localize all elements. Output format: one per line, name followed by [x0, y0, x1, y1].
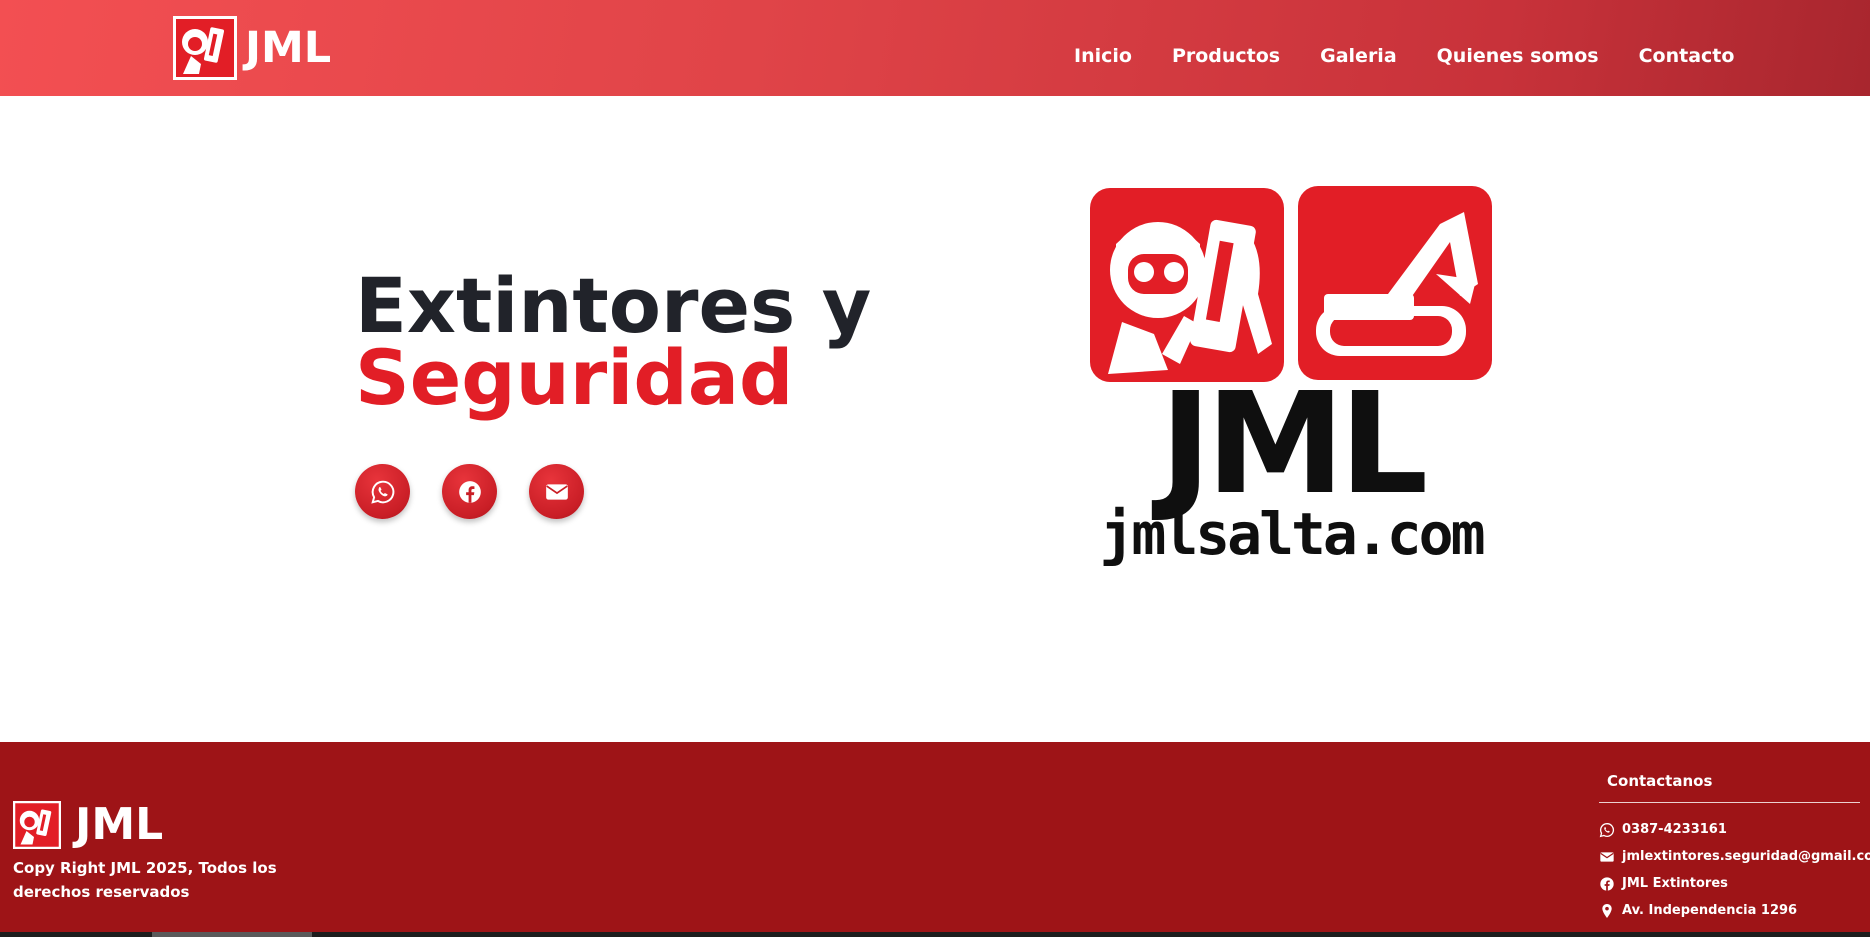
hero-logo: JML jmlsalta.com — [1088, 184, 1494, 580]
nav-link-quienes-somos[interactable]: Quienes somos — [1437, 40, 1599, 72]
whatsapp-button[interactable] — [355, 464, 410, 519]
social-links — [355, 464, 584, 519]
nav-link-contacto[interactable]: Contacto — [1639, 40, 1735, 72]
hero-title-line2: Seguridad — [355, 333, 794, 422]
contact-email-text: jmlextintores.seguridad@gmail.com — [1622, 849, 1870, 864]
contact-address-text: Av. Independencia 1296 — [1622, 903, 1798, 918]
facebook-icon — [458, 480, 481, 503]
logo-wordmark: JML — [1159, 363, 1429, 526]
footer: JML Copy Right JML 2025, Todos los derec… — [0, 742, 1870, 937]
footer-brand[interactable]: JML — [13, 799, 163, 850]
contact-facebook[interactable]: JML Extintores — [1599, 870, 1860, 897]
facebook-button[interactable] — [442, 464, 497, 519]
map-pin-icon — [1602, 903, 1612, 918]
nav-link-galeria[interactable]: Galeria — [1320, 40, 1397, 72]
contact-phone-text: 0387-4233161 — [1622, 822, 1727, 837]
contact-list: 0387-4233161 jmlextintores.seguridad@gma… — [1599, 816, 1870, 924]
contact-facebook-text: JML Extintores — [1622, 876, 1728, 891]
main-nav: Inicio Productos Galeria Quienes somos C… — [1074, 40, 1734, 72]
brand-name: JML — [245, 23, 332, 73]
nav-link-productos[interactable]: Productos — [1172, 40, 1280, 72]
contact-section: Contactanos 0387-4233161 jmlextintores.s… — [1599, 770, 1870, 924]
footer-brand-name: JML — [75, 799, 164, 850]
copyright-text: Copy Right JML 2025, Todos los derechos … — [13, 859, 277, 901]
contact-phone[interactable]: 0387-4233161 — [1599, 816, 1860, 843]
horizontal-scrollbar[interactable] — [0, 932, 1870, 937]
top-navbar: JML Inicio Productos Galeria Quienes som… — [0, 0, 1870, 96]
whatsapp-icon — [1599, 822, 1615, 837]
contact-address[interactable]: Av. Independencia 1296 — [1599, 897, 1860, 924]
nav-link-inicio[interactable]: Inicio — [1074, 40, 1132, 72]
jml-logo-icon — [173, 16, 237, 80]
hero-title-line1: Extintores y — [355, 261, 872, 350]
envelope-icon — [1600, 851, 1614, 862]
hero-title: Extintores y Seguridad — [355, 261, 872, 422]
jml-logo-icon — [13, 800, 61, 849]
brand-link[interactable]: JML — [173, 16, 331, 80]
contact-title: Contactanos — [1599, 770, 1860, 803]
facebook-icon — [1600, 876, 1614, 891]
logo-url: jmlsalta.com — [1099, 500, 1485, 568]
scrollbar-thumb[interactable] — [152, 932, 312, 937]
envelope-icon — [545, 483, 568, 500]
whatsapp-icon — [370, 480, 394, 504]
email-button[interactable] — [529, 464, 584, 519]
contact-email[interactable]: jmlextintores.seguridad@gmail.com — [1599, 843, 1870, 870]
